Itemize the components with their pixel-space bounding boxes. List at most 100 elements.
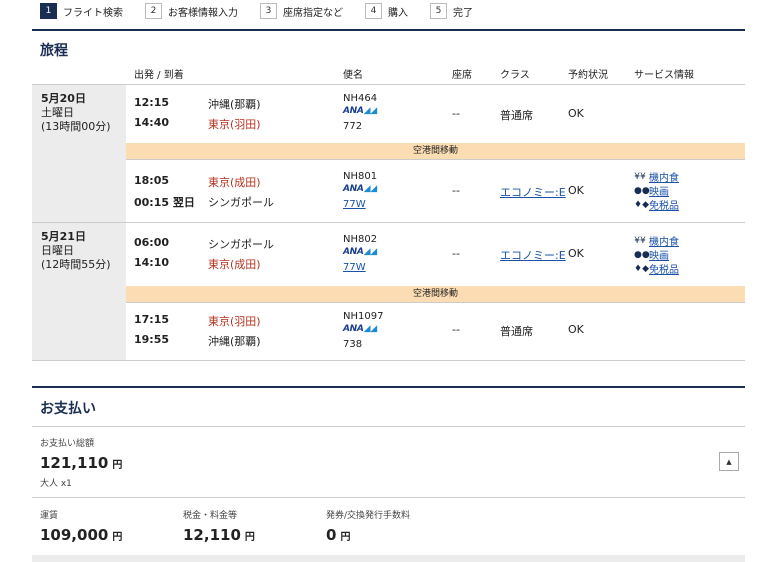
day-date: 5月21日 bbox=[41, 230, 86, 243]
service-meal[interactable]: ¥¥ 機内食 bbox=[634, 169, 679, 185]
header-service: サービス情報 bbox=[634, 70, 694, 81]
arr-place: 沖縄(那覇) bbox=[208, 335, 261, 348]
duty-free-icon: ♦◆ bbox=[634, 199, 649, 210]
service-dutyfree[interactable]: ♦◆ 免税品 bbox=[634, 197, 679, 213]
seat-value: -- bbox=[452, 184, 460, 197]
duty-free-icon: ♦◆ bbox=[634, 263, 649, 274]
service-label[interactable]: 映画 bbox=[649, 183, 669, 198]
step-flight-search: 1 フライト検索 bbox=[40, 3, 123, 19]
airline-name: ANA bbox=[343, 247, 364, 257]
step-purchase: 4 購入 bbox=[365, 3, 408, 19]
collapse-button[interactable]: ▲ bbox=[719, 452, 739, 471]
day-weekday: 日曜日 bbox=[41, 244, 74, 257]
total-amount: 121,110 円 bbox=[40, 454, 122, 472]
ana-logo-icon: ANA◢◢ bbox=[343, 247, 377, 257]
step-complete: 5 完了 bbox=[430, 3, 473, 19]
class-value: 普通席 bbox=[500, 325, 533, 338]
dep-place: 東京(羽田) bbox=[208, 315, 261, 328]
fee-label: 発券/交換発行手数料 bbox=[326, 511, 411, 521]
service-movie[interactable]: ●● 映画 bbox=[634, 183, 669, 199]
header-depart-arrive: 出発 / 到着 bbox=[134, 70, 184, 81]
flight-number: NH802 bbox=[343, 234, 378, 245]
airline-name: ANA bbox=[343, 184, 364, 194]
day-duration: (12時間55分) bbox=[41, 258, 111, 271]
movie-icon: ●● bbox=[634, 249, 650, 260]
airport-transfer-banner: 空港間移動 bbox=[126, 143, 745, 159]
step-number: 4 bbox=[365, 3, 382, 19]
currency: 円 bbox=[112, 460, 123, 471]
dep-time: 06:00 bbox=[134, 236, 170, 249]
fee-amount: 0円 bbox=[326, 526, 350, 544]
arr-place: 東京(羽田) bbox=[208, 118, 261, 131]
currency: 円 bbox=[244, 532, 255, 543]
service-dutyfree[interactable]: ♦◆ 免税品 bbox=[634, 261, 679, 277]
airline-name: ANA bbox=[343, 106, 364, 116]
service-meal[interactable]: ¥¥ 機内食 bbox=[634, 233, 679, 249]
class-link[interactable]: エコノミー:E bbox=[500, 247, 566, 263]
arr-time: 14:40 bbox=[134, 116, 170, 129]
fork-knife-icon: ¥¥ bbox=[634, 235, 646, 246]
passenger-count: 大人 x1 bbox=[40, 479, 72, 489]
tax-value: 12,110 bbox=[183, 526, 241, 544]
aircraft-link[interactable]: 77W bbox=[343, 199, 366, 210]
collapse-arrow-icon: ▲ bbox=[726, 457, 732, 466]
service-label[interactable]: 免税品 bbox=[649, 261, 679, 276]
step-number: 3 bbox=[260, 3, 277, 19]
service-label[interactable]: 免税品 bbox=[649, 197, 679, 212]
fare-label: 運賃 bbox=[40, 511, 59, 521]
aircraft-type: 772 bbox=[343, 121, 363, 132]
itinerary-title: 旅程 bbox=[40, 43, 68, 59]
step-number: 5 bbox=[430, 3, 447, 19]
payment-title: お支払い bbox=[40, 401, 96, 417]
service-movie[interactable]: ●● 映画 bbox=[634, 247, 669, 263]
ana-logo-icon: ANA◢◢ bbox=[343, 324, 377, 334]
footer-strip bbox=[32, 555, 745, 562]
section-divider bbox=[32, 29, 745, 31]
header-status: 予約状況 bbox=[568, 70, 608, 81]
arr-place: 東京(成田) bbox=[208, 258, 261, 271]
arr-place: シンガポール bbox=[208, 196, 274, 209]
ana-logo-icon: ANA◢◢ bbox=[343, 184, 377, 194]
step-label: フライト検索 bbox=[63, 7, 123, 19]
row-divider bbox=[126, 159, 745, 160]
dep-time: 18:05 bbox=[134, 174, 170, 187]
row-divider bbox=[32, 222, 745, 223]
fare-value: 109,000 bbox=[40, 526, 109, 544]
row-divider bbox=[32, 497, 745, 498]
movie-icon: ●● bbox=[634, 185, 650, 196]
step-label: 購入 bbox=[388, 7, 408, 19]
step-customer-info: 2 お客様情報入力 bbox=[145, 3, 238, 19]
row-divider bbox=[126, 302, 745, 303]
currency: 円 bbox=[340, 532, 351, 543]
status-value: OK bbox=[568, 247, 584, 260]
section-divider bbox=[32, 386, 745, 388]
status-value: OK bbox=[568, 107, 584, 120]
flight-number: NH464 bbox=[343, 93, 378, 104]
tax-amount: 12,110 円 bbox=[183, 526, 255, 544]
status-value: OK bbox=[568, 323, 584, 336]
header-seat: 座席 bbox=[452, 70, 472, 81]
service-label[interactable]: 機内食 bbox=[649, 169, 679, 184]
header-class: クラス bbox=[500, 70, 530, 81]
class-link[interactable]: エコノミー:E bbox=[500, 184, 566, 200]
step-label: 座席指定など bbox=[283, 7, 343, 19]
airport-transfer-banner: 空港間移動 bbox=[126, 286, 745, 302]
day-date: 5月20日 bbox=[41, 92, 86, 105]
arr-time: 14:10 bbox=[134, 256, 170, 269]
dep-place: シンガポール bbox=[208, 238, 274, 251]
step-number: 2 bbox=[145, 3, 162, 19]
service-label[interactable]: 映画 bbox=[649, 247, 669, 262]
flight-number: NH1097 bbox=[343, 311, 384, 322]
arr-time: 19:55 bbox=[134, 333, 170, 346]
aircraft-link[interactable]: 77W bbox=[343, 262, 366, 273]
dep-place: 東京(成田) bbox=[208, 176, 261, 189]
arr-time: 00:15 翌日 bbox=[134, 196, 195, 209]
row-divider bbox=[32, 84, 745, 85]
day-weekday: 土曜日 bbox=[41, 106, 74, 119]
flight-number: NH801 bbox=[343, 171, 378, 182]
fare-amount: 109,000 円 bbox=[40, 526, 122, 544]
dep-place: 沖縄(那覇) bbox=[208, 98, 261, 111]
day-cell: 5月21日 日曜日 (12時間55分) bbox=[32, 223, 126, 360]
service-label[interactable]: 機内食 bbox=[649, 233, 679, 248]
row-divider bbox=[32, 426, 745, 427]
